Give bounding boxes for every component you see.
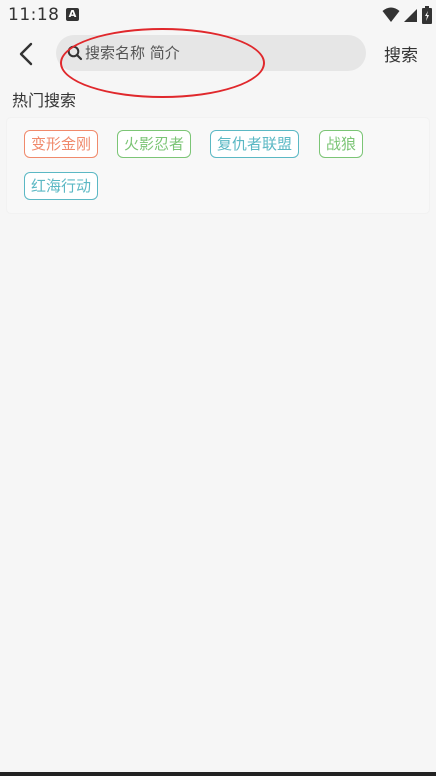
search-box[interactable] bbox=[56, 35, 366, 71]
wifi-icon bbox=[382, 7, 400, 22]
status-icons bbox=[382, 6, 432, 24]
notification-a-icon: A bbox=[66, 8, 79, 21]
signal-icon bbox=[404, 9, 417, 22]
hot-tag-naruto[interactable]: 火影忍者 bbox=[117, 130, 192, 158]
hot-tag-transformers[interactable]: 变形金刚 bbox=[24, 130, 99, 158]
search-input[interactable] bbox=[85, 44, 355, 62]
hot-search-tags: 变形金刚 火影忍者 复仇者联盟 战狼 红海行动 bbox=[7, 118, 429, 213]
search-button[interactable]: 搜索 bbox=[384, 41, 418, 66]
battery-icon bbox=[422, 6, 432, 24]
navigation-bar bbox=[0, 772, 436, 776]
status-bar: 11:18 A bbox=[0, 0, 436, 32]
hot-tag-operation-red-sea[interactable]: 红海行动 bbox=[24, 172, 99, 200]
hot-tag-avengers[interactable]: 复仇者联盟 bbox=[210, 130, 300, 158]
search-icon bbox=[67, 45, 83, 61]
back-arrow-icon bbox=[19, 42, 33, 66]
hot-tag-wolf-warrior[interactable]: 战狼 bbox=[319, 130, 364, 158]
search-header: 搜索 bbox=[0, 32, 436, 76]
back-button[interactable] bbox=[10, 38, 42, 70]
hot-search-title: 热门搜索 bbox=[12, 91, 77, 110]
status-time: 11:18 bbox=[8, 5, 60, 25]
